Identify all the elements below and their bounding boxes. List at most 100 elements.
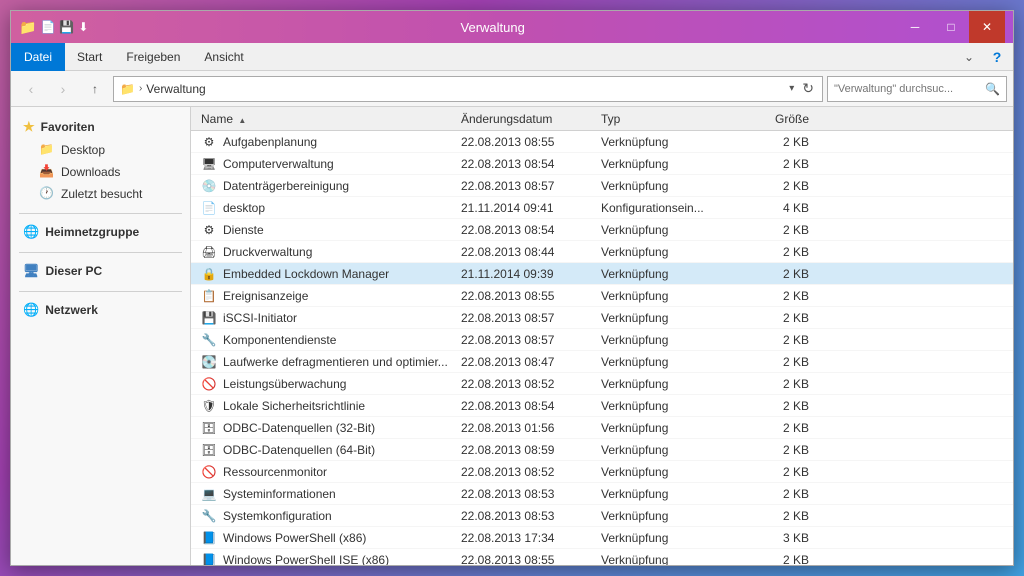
file-size-text: 2 KB [735, 553, 815, 566]
table-row[interactable]: 🚫 Ressourcenmonitor 22.08.2013 08:52 Ver… [191, 461, 1013, 483]
file-type-icon: 🖥 [201, 156, 217, 172]
file-type-icon: 📋 [201, 288, 217, 304]
file-date-text: 22.08.2013 08:54 [455, 223, 595, 237]
file-type-icon: 💾 [201, 310, 217, 326]
table-row[interactable]: 📘 Windows PowerShell (x86) 22.08.2013 17… [191, 527, 1013, 549]
menu-tab-datei[interactable]: Datei [11, 43, 65, 71]
search-icon: 🔍 [985, 82, 1000, 96]
table-row[interactable]: ⚙ Aufgabenplanung 22.08.2013 08:55 Verkn… [191, 131, 1013, 153]
file-type-text: Verknüpfung [595, 245, 735, 259]
table-row[interactable]: 📄 desktop 21.11.2014 09:41 Konfiguration… [191, 197, 1013, 219]
file-type-icon: 🚫 [201, 376, 217, 392]
file-date-text: 22.08.2013 08:57 [455, 333, 595, 347]
folder-downloads-icon: 📥 [39, 164, 55, 180]
file-type-text: Verknüpfung [595, 553, 735, 566]
table-row[interactable]: 🛡 Lokale Sicherheitsrichtlinie 22.08.201… [191, 395, 1013, 417]
menu-tab-freigeben[interactable]: Freigeben [114, 43, 192, 71]
folder-recent-icon: 🕐 [39, 186, 55, 202]
address-dropdown-icon[interactable]: ▾ [787, 83, 796, 94]
address-bar[interactable]: 📁 › Verwaltung ▾ ↻ [113, 76, 823, 102]
table-row[interactable]: 🗄 ODBC-Datenquellen (32-Bit) 22.08.2013 … [191, 417, 1013, 439]
back-button[interactable]: ‹ [17, 75, 45, 103]
file-name-text: Systemkonfiguration [223, 509, 332, 523]
refresh-icon[interactable]: ↻ [800, 80, 816, 97]
table-row[interactable]: 🔧 Systemkonfiguration 22.08.2013 08:53 V… [191, 505, 1013, 527]
table-row[interactable]: ⚙ Dienste 22.08.2013 08:54 Verknüpfung 2… [191, 219, 1013, 241]
file-type-text: Verknüpfung [595, 377, 735, 391]
file-size-text: 2 KB [735, 289, 815, 303]
sidebar-header-netzwerk[interactable]: 🌐 Netzwerk [11, 298, 190, 322]
window-title: Verwaltung [88, 20, 897, 35]
sidebar-header-favoriten[interactable]: ★ Favoriten [11, 115, 190, 139]
table-row[interactable]: 🔧 Komponentendienste 22.08.2013 08:57 Ve… [191, 329, 1013, 351]
table-row[interactable]: 💿 Datenträgerbereinigung 22.08.2013 08:5… [191, 175, 1013, 197]
folder-desktop-icon: 📁 [39, 142, 55, 158]
search-input[interactable] [834, 83, 981, 95]
sidebar-label-favoriten: Favoriten [41, 120, 95, 134]
file-date-text: 21.11.2014 09:39 [455, 267, 595, 281]
table-row[interactable]: 🚫 Leistungsüberwachung 22.08.2013 08:52 … [191, 373, 1013, 395]
maximize-button[interactable]: □ [933, 11, 969, 43]
file-type-icon: 🔧 [201, 508, 217, 524]
help-icon[interactable]: ? [985, 45, 1009, 69]
file-date-text: 22.08.2013 08:54 [455, 399, 595, 413]
up-button[interactable]: ↑ [81, 75, 109, 103]
table-row[interactable]: 💻 Systeminformationen 22.08.2013 08:53 V… [191, 483, 1013, 505]
sidebar-item-desktop[interactable]: 📁 Desktop [11, 139, 190, 161]
table-row[interactable]: 🔒 Embedded Lockdown Manager 21.11.2014 0… [191, 263, 1013, 285]
file-type-text: Verknüpfung [595, 311, 735, 325]
file-name-text: ODBC-Datenquellen (64-Bit) [223, 443, 375, 457]
file-date-text: 22.08.2013 08:52 [455, 465, 595, 479]
table-row[interactable]: 🗄 ODBC-Datenquellen (64-Bit) 22.08.2013 … [191, 439, 1013, 461]
sidebar-section-favoriten: ★ Favoriten 📁 Desktop 📥 Downloads 🕐 Zule… [11, 115, 190, 205]
file-date-text: 22.08.2013 08:44 [455, 245, 595, 259]
file-type-text: Verknüpfung [595, 289, 735, 303]
sidebar-item-zuletzt[interactable]: 🕐 Zuletzt besucht [11, 183, 190, 205]
search-box[interactable]: 🔍 [827, 76, 1007, 102]
col-header-name[interactable]: Name ▲ [195, 112, 455, 126]
file-date-text: 22.08.2013 08:57 [455, 179, 595, 193]
sidebar-header-heimnetz[interactable]: 🌐 Heimnetzgruppe [11, 220, 190, 244]
file-type-icon: ⚙ [201, 222, 217, 238]
file-type-text: Verknüpfung [595, 487, 735, 501]
network-icon: 🌐 [23, 302, 39, 318]
table-row[interactable]: 💾 iSCSI-Initiator 22.08.2013 08:57 Verkn… [191, 307, 1013, 329]
sidebar-item-downloads[interactable]: 📥 Downloads [11, 161, 190, 183]
file-name-text: Ereignisanzeige [223, 289, 308, 303]
menu-tab-ansicht[interactable]: Ansicht [192, 43, 255, 71]
table-row[interactable]: 📘 Windows PowerShell ISE (x86) 22.08.201… [191, 549, 1013, 565]
sidebar-label-desktop: Desktop [61, 143, 105, 157]
star-icon: ★ [23, 119, 35, 135]
app-icon-2: 📄 [40, 20, 55, 34]
file-type-icon: 🖨 [201, 244, 217, 260]
file-name-text: iSCSI-Initiator [223, 311, 297, 325]
file-name-text: Lokale Sicherheitsrichtlinie [223, 399, 365, 413]
sidebar-divider-2 [19, 252, 182, 253]
file-size-text: 2 KB [735, 465, 815, 479]
app-icon-3: 💾 [59, 20, 74, 34]
options-chevron-icon[interactable]: ⌄ [957, 45, 981, 69]
col-header-type[interactable]: Typ [595, 112, 735, 126]
file-size-text: 3 KB [735, 531, 815, 545]
forward-button[interactable]: › [49, 75, 77, 103]
table-row[interactable]: 🖥 Computerverwaltung 22.08.2013 08:54 Ve… [191, 153, 1013, 175]
minimize-button[interactable]: ─ [897, 11, 933, 43]
file-type-icon: 💿 [201, 178, 217, 194]
file-type-text: Verknüpfung [595, 135, 735, 149]
sidebar-header-dieser-pc[interactable]: 🖥 Dieser PC [11, 259, 190, 283]
column-header-row: Name ▲ Änderungsdatum Typ Größe [191, 107, 1013, 131]
col-header-date[interactable]: Änderungsdatum [455, 112, 595, 126]
main-area: ★ Favoriten 📁 Desktop 📥 Downloads 🕐 Zule… [11, 107, 1013, 565]
table-row[interactable]: 📋 Ereignisanzeige 22.08.2013 08:55 Verkn… [191, 285, 1013, 307]
file-name-text: Windows PowerShell (x86) [223, 531, 366, 545]
close-button[interactable]: ✕ [969, 11, 1005, 43]
menu-tab-start[interactable]: Start [65, 43, 114, 71]
table-row[interactable]: 💽 Laufwerke defragmentieren und optimier… [191, 351, 1013, 373]
file-type-text: Verknüpfung [595, 421, 735, 435]
file-size-text: 2 KB [735, 179, 815, 193]
col-header-size[interactable]: Größe [735, 112, 815, 126]
file-size-text: 2 KB [735, 399, 815, 413]
file-type-text: Verknüpfung [595, 465, 735, 479]
file-name-text: Aufgabenplanung [223, 135, 317, 149]
table-row[interactable]: 🖨 Druckverwaltung 22.08.2013 08:44 Verkn… [191, 241, 1013, 263]
